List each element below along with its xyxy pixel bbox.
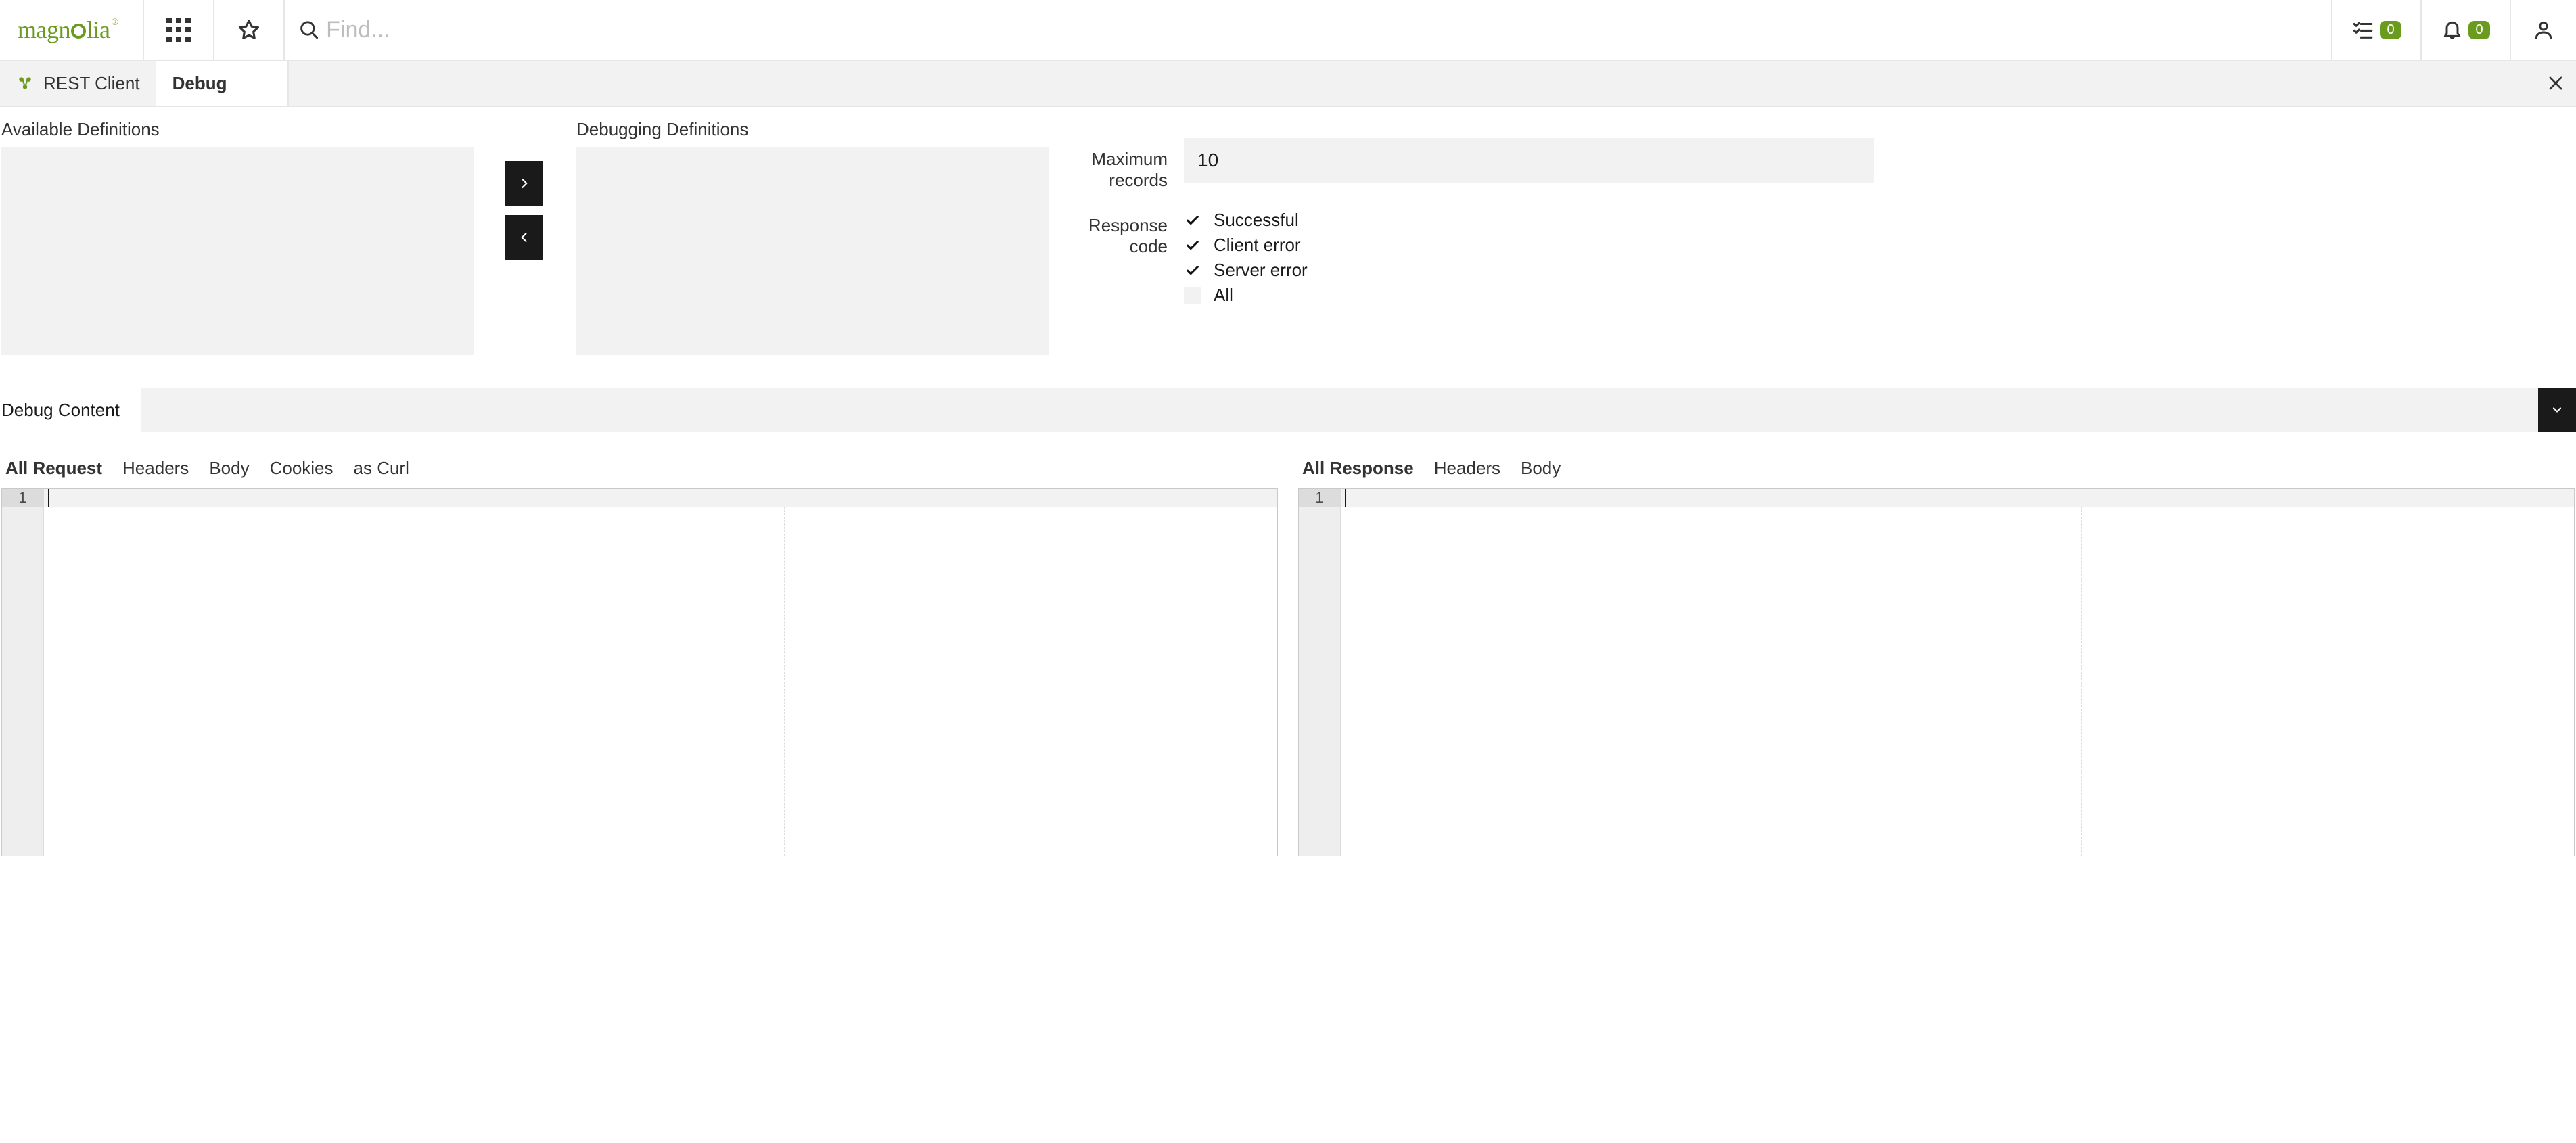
tab-response-headers[interactable]: Headers [1434,458,1500,479]
favorites-button[interactable] [214,0,285,60]
debug-content-label: Debug Content [0,400,141,421]
search-input[interactable] [326,17,2318,43]
tasks-button[interactable]: 0 [2332,0,2422,60]
close-icon [2546,74,2565,93]
bell-icon [2441,19,2463,41]
apps-grid-icon [166,18,191,42]
debug-content-dropdown-button[interactable] [2538,388,2576,432]
response-editor-gutter: 1 [1299,489,1341,856]
debugging-definitions-label: Debugging Definitions [576,119,1049,140]
checkbox-all[interactable]: All [1184,285,1874,306]
user-menu-button[interactable] [2511,0,2576,60]
notifications-badge: 0 [2468,21,2489,39]
checkbox-label: Server error [1214,260,1308,281]
breadcrumb-subapp-label: Debug [172,73,227,94]
available-definitions-label: Available Definitions [1,119,474,140]
checkbox-successful[interactable]: Successful [1184,210,1874,231]
check-icon [1184,262,1201,279]
brand-logo[interactable]: magnlia® [0,0,144,60]
response-code-label: Response code [1069,204,1184,257]
chevron-left-icon [518,231,531,244]
max-records-input[interactable] [1184,138,1874,183]
debug-content-row: Debug Content [0,388,2576,432]
tab-request-body[interactable]: Body [209,458,249,479]
checkbox-server-error[interactable]: Server error [1184,260,1874,281]
checkbox-label: All [1214,285,1233,306]
request-tabs: All Request Headers Body Cookies as Curl [1,458,1278,479]
close-subapp-button[interactable] [2535,61,2576,106]
search-icon [298,19,320,41]
star-icon [237,18,260,41]
app-launcher-button[interactable] [144,0,214,60]
breadcrumb-subapp[interactable]: Debug [156,61,290,106]
tasks-icon [2351,18,2374,41]
response-editor-body[interactable] [1341,489,2574,856]
move-left-button[interactable] [505,215,543,260]
tab-all-request[interactable]: All Request [5,458,102,479]
request-editor-body[interactable] [44,489,1277,856]
check-icon [1184,212,1201,229]
move-buttons-column [474,119,575,260]
request-pane: All Request Headers Body Cookies as Curl… [1,458,1278,856]
checkbox-label: Client error [1214,235,1301,256]
debugging-definitions-column: Debugging Definitions [575,119,1049,355]
user-icon [2533,19,2554,41]
debugging-definitions-list[interactable] [576,147,1049,355]
content: Available Definitions Debugging Definiti… [0,107,2576,1143]
gutter-line-number: 1 [1299,489,1340,507]
gutter-line-number: 1 [2,489,43,507]
breadcrumb-row: REST Client Debug [0,61,2576,107]
move-right-button[interactable] [505,161,543,206]
brand-text: magnlia® [18,16,118,44]
max-records-label: Maximum records [1069,138,1184,191]
request-editor[interactable]: 1 [1,488,1278,856]
available-definitions-list[interactable] [1,147,474,355]
definitions-section: Available Definitions Debugging Definiti… [0,107,2576,355]
debug-content-select[interactable] [141,388,2538,432]
notifications-button[interactable]: 0 [2422,0,2511,60]
tab-request-headers[interactable]: Headers [122,458,189,479]
header: magnlia® 0 [0,0,2576,61]
search-cell [285,0,2332,60]
checkbox-client-error[interactable]: Client error [1184,235,1874,256]
checkbox-label: Successful [1214,210,1299,231]
max-records-row: Maximum records [1069,138,2576,191]
rest-client-icon [16,74,34,92]
response-code-row: Response code Successful [1069,204,2576,306]
breadcrumb-app[interactable]: REST Client [0,61,156,106]
response-editor[interactable]: 1 [1298,488,2575,856]
available-definitions-column: Available Definitions [0,119,474,355]
response-pane: All Response Headers Body 1 [1298,458,2575,856]
chevron-right-icon [518,177,531,190]
tab-request-as-curl[interactable]: as Curl [354,458,409,479]
tab-response-body[interactable]: Body [1521,458,1561,479]
tab-request-cookies[interactable]: Cookies [270,458,334,479]
checkbox-unchecked-icon [1184,287,1201,304]
response-tabs: All Response Headers Body [1298,458,2575,479]
tab-all-response[interactable]: All Response [1302,458,1414,479]
chevron-down-icon [2550,403,2564,417]
settings-column: Maximum records Response code Successful [1049,119,2576,319]
tasks-badge: 0 [2380,21,2401,39]
request-editor-gutter: 1 [2,489,44,856]
check-icon [1184,237,1201,254]
panes-row: All Request Headers Body Cookies as Curl… [0,458,2576,856]
response-code-options: Successful Client error Se [1184,204,1874,306]
breadcrumb-app-label: REST Client [43,73,140,94]
